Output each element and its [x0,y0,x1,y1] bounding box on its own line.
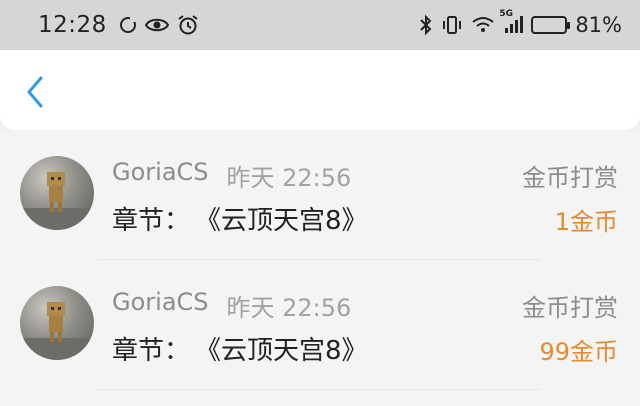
status-bar: 12:28 5G 81% [0,0,640,50]
battery-percent: 81% [575,13,622,37]
vibrate-icon [441,14,463,36]
bluetooth-icon [419,14,433,36]
chapter-info: 章节： 《云顶天宫8》 [112,200,368,237]
chapter-info: 章节： 《云顶天宫8》 [112,330,368,367]
wifi-icon [471,15,495,35]
chapter-title[interactable]: 《云顶天宫8》 [208,336,368,366]
sync-circle-icon [119,16,137,34]
user-name[interactable]: GoriaCS [112,158,209,193]
battery-icon [531,16,571,34]
reward-record-list: GoriaCS 昨天 22:56 章节： 《云顶天宫8》 金币打赏 1金币 Gor… [0,130,640,390]
status-time: 12:28 [38,12,107,38]
chapter-title[interactable]: 《云顶天宫8》 [208,206,368,236]
record-meta: GoriaCS 昨天 22:56 [112,158,351,193]
eye-icon [144,17,169,33]
user-name[interactable]: GoriaCS [112,288,209,323]
record-time: 昨天 22:56 [226,164,352,192]
reward-amount: 99金币 [539,338,618,366]
reward-type: 金币打赏 [522,164,618,192]
record-meta: GoriaCS 昨天 22:56 [112,288,351,323]
list-item[interactable]: GoriaCS 昨天 22:56 章节： 《云顶天宫8》 金币打赏 1金币 [0,130,640,260]
back-button[interactable] [20,76,50,112]
reward-amount: 1金币 [554,208,618,236]
status-bar-right: 5G 81% [419,9,622,37]
chapter-label: 章节： [112,206,191,236]
status-bar-left: 12:28 [38,12,199,38]
record-time: 昨天 22:56 [226,294,352,322]
avatar[interactable] [20,156,94,230]
list-item[interactable]: GoriaCS 昨天 22:56 章节： 《云顶天宫8》 金币打赏 99金币 [0,260,640,390]
divider [98,389,540,390]
chapter-label: 章节： [112,336,191,366]
cellular-signal-icon: 5G [499,9,524,35]
reward-type: 金币打赏 [522,294,618,322]
network-type-label: 5G [499,9,513,19]
avatar[interactable] [20,286,94,360]
alarm-icon [177,14,199,36]
chevron-left-icon [24,75,46,113]
nav-bar [0,50,640,130]
